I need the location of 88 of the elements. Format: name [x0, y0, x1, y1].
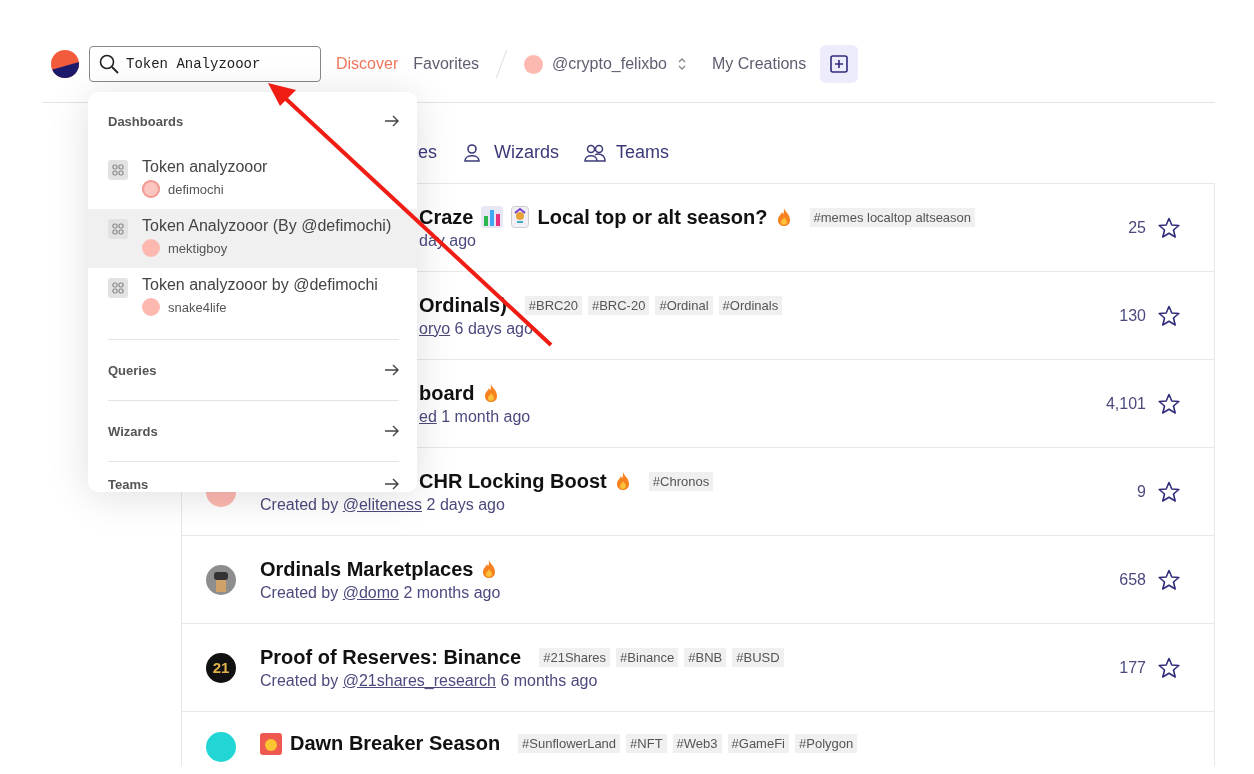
star-icon[interactable]	[1158, 568, 1180, 591]
dashboard-title[interactable]: Ordinals Marketplaces	[260, 557, 474, 581]
author-link[interactable]: @eliteness	[342, 495, 423, 513]
arrow-right-icon	[384, 477, 399, 491]
author-link[interactable]: oryo	[419, 319, 451, 337]
user-avatar	[524, 54, 544, 74]
search-icon	[99, 54, 119, 74]
result-user: mektigboy	[168, 240, 228, 256]
star-icon[interactable]	[1158, 216, 1180, 239]
result-title: Token analyzooor by @defimochi	[142, 276, 378, 294]
search-field[interactable]: Token Analyzooor	[89, 46, 321, 82]
star-count: 658	[1119, 570, 1146, 589]
result-user: snake4life	[168, 299, 227, 315]
fire-icon	[614, 471, 631, 491]
tab[interactable]: es	[418, 142, 437, 163]
byline: ed 1 month ago	[419, 407, 532, 426]
fire-icon	[481, 559, 498, 579]
tag[interactable]: #BNB	[684, 647, 727, 667]
fire-icon	[775, 207, 792, 227]
byline: Created by @domo 2 months ago	[260, 583, 502, 602]
grid-icon	[108, 219, 128, 239]
star-icon[interactable]	[1158, 392, 1180, 415]
tag[interactable]: #BUSD	[732, 647, 784, 667]
logo[interactable]	[51, 50, 79, 78]
people-icon	[584, 142, 607, 163]
nav-link[interactable]: Favorites	[413, 55, 480, 73]
tag[interactable]: #NFT	[626, 734, 667, 753]
grid-icon	[108, 160, 128, 180]
bar-chart-icon	[481, 206, 504, 228]
card-icon	[511, 206, 530, 228]
star-icon[interactable]	[1158, 480, 1180, 503]
arrow-right-icon	[384, 363, 399, 377]
tag[interactable]: #Web3	[672, 734, 722, 753]
nav-link[interactable]: My Creations	[712, 55, 807, 73]
tab[interactable]: Teams	[584, 142, 670, 163]
user-switcher[interactable]: @crypto_felixbo	[552, 55, 667, 73]
tag[interactable]: #Ordinals	[718, 295, 783, 315]
section-link[interactable]: Wizards	[108, 401, 399, 461]
tag[interactable]: #Polygon	[795, 734, 858, 753]
tag[interactable]: #21Shares	[539, 647, 611, 667]
byline: Created by @21shares_research 6 months ago	[260, 671, 599, 690]
dashboard-title[interactable]: Ordinals)	[419, 293, 507, 317]
chevron-updown-icon[interactable]	[677, 56, 687, 72]
result-user: defimochi	[168, 181, 224, 197]
plus-icon	[830, 55, 849, 73]
star-count: 4,101	[1105, 394, 1146, 413]
author-link[interactable]: @21shares_research	[342, 671, 496, 689]
dashboard-title[interactable]: CHR Locking Boost	[419, 469, 607, 493]
dashboard-title[interactable]: Dawn Breaker Season	[290, 732, 501, 755]
byline: Created by @eliteness 2 days ago	[260, 495, 506, 514]
tag[interactable]: #Ordinal	[655, 295, 713, 315]
grid-icon	[108, 278, 128, 298]
dashboard-title[interactable]: Proof of Reserves: Binance	[260, 645, 522, 669]
tag[interactable]: #Chronos	[648, 471, 714, 491]
user-avatar	[142, 180, 160, 198]
tab[interactable]: Wizards	[462, 142, 560, 163]
avatar-drawing	[206, 564, 236, 595]
star-icon[interactable]	[1158, 304, 1180, 327]
section-link[interactable]: Queries	[108, 340, 399, 400]
arrow-right-icon	[384, 114, 399, 128]
star-count: 25	[1128, 218, 1146, 237]
tag[interactable]: #GameFi	[727, 734, 789, 753]
result-title: Token analyzooor	[142, 158, 268, 176]
search-result[interactable]: Token Analyzooor (By @defimochi) mektigboy	[88, 209, 417, 268]
fire-icon	[482, 383, 499, 403]
star-count: 9	[1137, 482, 1146, 501]
dashboard-title[interactable]: board	[419, 381, 475, 405]
search-result[interactable]: Token analyzooor by @defimochi snake4life	[88, 268, 417, 327]
dashboard-title[interactable]: Local top or alt season?	[537, 205, 768, 229]
sun-icon	[260, 732, 282, 755]
dashboard-title[interactable]: Craze	[419, 205, 474, 229]
section-link[interactable]: Teams	[108, 473, 399, 495]
avatar-logo: 21	[206, 652, 236, 683]
star-count: 130	[1119, 306, 1146, 325]
star-icon[interactable]	[1158, 656, 1180, 679]
tag[interactable]: #BRC-20	[587, 295, 650, 315]
tag[interactable]: #memes localtop altseason	[809, 207, 976, 227]
tag[interactable]: #Binance	[616, 647, 679, 667]
add-button[interactable]	[820, 45, 859, 83]
star-count: 177	[1119, 658, 1146, 677]
tag[interactable]: #BRC20	[524, 295, 582, 315]
result-title: Token Analyzooor (By @defimochi)	[142, 217, 392, 235]
section-link[interactable]: Dashboards	[108, 92, 399, 150]
author-link[interactable]: @domo	[342, 583, 399, 601]
tag[interactable]: #SunflowerLand	[518, 734, 621, 753]
arrow-right-icon	[384, 424, 399, 438]
search-result[interactable]: Token analyzooor defimochi	[88, 150, 417, 209]
author-link[interactable]: ed	[419, 407, 437, 425]
